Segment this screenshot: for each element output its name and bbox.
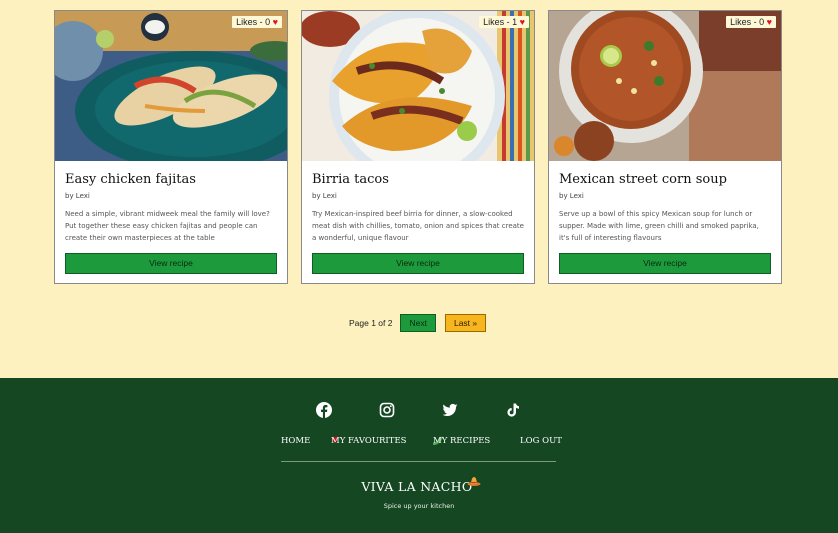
recipe-author: by Lexi: [65, 192, 90, 200]
nav-label: MY RECIPES: [433, 436, 491, 446]
nav-label: MY FAVOURITES: [331, 436, 407, 446]
likes-count: Likes - 0: [730, 17, 765, 27]
recipe-description: Try Mexican-inspired beef birria for din…: [312, 210, 524, 242]
recipe-author: by Lexi: [559, 192, 584, 200]
view-recipe-button[interactable]: View recipe: [65, 253, 277, 274]
recipe-title: Mexican street corn soup: [559, 172, 727, 187]
nav-home[interactable]: HOME: [281, 436, 310, 446]
recipe-description: Serve up a bowl of this spicy Mexican so…: [559, 210, 759, 242]
brand-name: VIVA LA NACHO: [361, 479, 473, 494]
recipe-author: by Lexi: [312, 192, 337, 200]
nav-my-recipes[interactable]: MY RECIPES: [432, 436, 490, 447]
tiktok-icon[interactable]: [505, 402, 523, 420]
likes-count: Likes - 1: [483, 17, 518, 27]
footer-divider: [281, 461, 556, 462]
page-indicator: Page 1 of 2: [349, 318, 393, 328]
recipe-title: Birria tacos: [312, 172, 389, 187]
recipe-card: Likes - 0 ♥ Mexican street corn soup by …: [548, 10, 782, 284]
heart-icon: ♥: [272, 17, 278, 27]
nav-log-out[interactable]: LOG OUT: [520, 436, 562, 446]
facebook-icon[interactable]: [316, 402, 334, 420]
recipe-title: Easy chicken fajitas: [65, 172, 196, 187]
view-recipe-button[interactable]: View recipe: [559, 253, 771, 274]
recipe-card-grid: Likes - 0 ♥ Easy chicken fajitas by Lexi…: [54, 10, 784, 284]
recipe-image[interactable]: Likes - 1 ♥: [302, 11, 534, 161]
recipe-description: Need a simple, vibrant midweek meal the …: [65, 210, 270, 242]
nav-my-favourites[interactable]: MY FAVOURITES ♥: [331, 436, 406, 446]
likes-badge[interactable]: Likes - 1 ♥: [479, 16, 529, 28]
recipe-image[interactable]: Likes - 0 ♥: [55, 11, 287, 161]
brand-logo[interactable]: VIVA LA NACHO: [0, 477, 838, 494]
likes-badge[interactable]: Likes - 0 ♥: [232, 16, 282, 28]
likes-badge[interactable]: Likes - 0 ♥: [726, 16, 776, 28]
last-page-button[interactable]: Last »: [444, 314, 487, 332]
recipe-card: Likes - 1 ♥ Birria tacos by Lexi Try Mex…: [301, 10, 535, 284]
brand-tagline: Spice up your kitchen: [383, 502, 455, 510]
view-recipe-button[interactable]: View recipe: [312, 253, 524, 274]
next-page-button[interactable]: Next: [400, 314, 436, 332]
site-footer: HOME MY FAVOURITES ♥ MY RECIPES LOG OUT …: [0, 378, 838, 533]
instagram-icon[interactable]: [379, 402, 397, 420]
twitter-icon[interactable]: [442, 402, 460, 420]
heart-icon: ♥: [766, 17, 772, 27]
pagination: Page 1 of 2 Next Last »: [349, 314, 487, 332]
likes-count: Likes - 0: [236, 17, 271, 27]
heart-icon: ♥: [519, 17, 525, 27]
footer-nav: HOME MY FAVOURITES ♥ MY RECIPES LOG OUT: [0, 436, 838, 450]
recipe-image[interactable]: Likes - 0 ♥: [549, 11, 781, 161]
social-links: [316, 402, 526, 420]
recipe-card: Likes - 0 ♥ Easy chicken fajitas by Lexi…: [54, 10, 288, 284]
